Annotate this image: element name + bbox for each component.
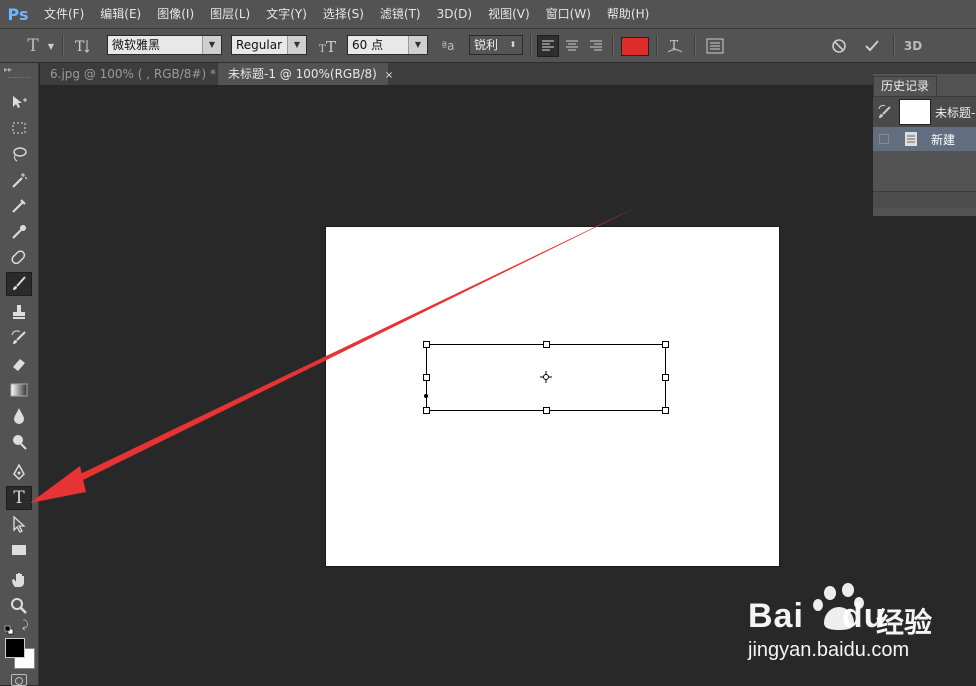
svg-text:T: T	[75, 39, 85, 55]
blur-tool-icon[interactable]	[6, 404, 32, 428]
menu-help[interactable]: 帮助(H)	[599, 0, 657, 28]
history-brush-source-icon[interactable]	[877, 104, 893, 120]
character-paragraph-panel-icon[interactable]	[703, 35, 727, 57]
jingyan-text: 经验	[876, 606, 933, 639]
commit-check-icon[interactable]	[861, 35, 883, 57]
menu-view[interactable]: 视图(V)	[480, 0, 538, 28]
lasso-tool-icon[interactable]	[6, 142, 32, 166]
menu-select[interactable]: 选择(S)	[315, 0, 372, 28]
brand-bai: Bai	[748, 597, 804, 635]
tab-untitled-1[interactable]: 未标题-1 @ 100%(RGB/8) ×	[218, 63, 393, 85]
tab-label: 未标题-1 @ 100%(RGB/8)	[228, 67, 377, 81]
antialias-value: 锐利	[474, 38, 499, 52]
menu-image[interactable]: 图像(I)	[149, 0, 202, 28]
watermark-url: jingyan.baidu.com	[748, 639, 910, 661]
snapshot-thumbnail	[899, 99, 931, 125]
menu-file[interactable]: 文件(F)	[36, 0, 92, 28]
history-step-label: 新建	[931, 133, 956, 147]
menu-filter[interactable]: 滤镜(T)	[372, 0, 429, 28]
document-canvas[interactable]	[326, 227, 779, 566]
document-tabs: 6.jpg @ 100% ( , RGB/8#) *× 未标题-1 @ 100%…	[40, 63, 976, 85]
magic-wand-tool-icon[interactable]	[6, 168, 32, 192]
options-bar: T ▼ T 微软雅黑 ▼ Regular ▼ TT 60 点 ▼ ªa 锐利 ⬍…	[0, 29, 976, 63]
font-family-select[interactable]: 微软雅黑 ▼	[107, 35, 222, 55]
align-center-icon[interactable]	[561, 35, 583, 57]
font-size-value: 60 点	[352, 38, 384, 52]
divider	[893, 35, 895, 57]
eyedropper-tool-icon[interactable]	[6, 220, 32, 244]
grip-handle[interactable]	[8, 77, 30, 80]
align-right-icon[interactable]	[585, 35, 607, 57]
divider	[530, 35, 532, 57]
rectangle-tool-icon[interactable]	[6, 538, 32, 562]
crop-tool-icon[interactable]	[6, 194, 32, 218]
foreground-color-swatch[interactable]	[5, 638, 25, 658]
type-tool-icon[interactable]: T	[6, 486, 32, 510]
photoshop-logo: Ps	[7, 4, 29, 24]
divider	[612, 35, 614, 57]
move-tool-icon[interactable]	[6, 90, 32, 114]
baidu-jingyan-watermark: Bai du 经验 jingyan.baidu.com	[748, 583, 976, 663]
document-icon	[904, 131, 920, 147]
divider	[62, 35, 64, 57]
toggle-text-orientation-icon[interactable]: T	[70, 35, 96, 57]
font-style-value: Regular	[236, 38, 283, 52]
divider	[656, 35, 658, 57]
marquee-tool-icon[interactable]	[6, 116, 32, 140]
clone-stamp-tool-icon[interactable]	[6, 300, 32, 324]
up-down-arrows-icon: ⬍	[504, 36, 522, 54]
history-panel-tab[interactable]: 历史记录	[873, 76, 938, 97]
history-panel-footer	[873, 192, 976, 208]
cancel-icon[interactable]	[828, 35, 850, 57]
history-step-row[interactable]: 新建	[873, 127, 976, 151]
gradient-tool-icon[interactable]	[6, 378, 32, 402]
healing-brush-tool-icon[interactable]	[6, 246, 32, 270]
swap-colors-icon[interactable]: ⤸	[22, 619, 34, 631]
menu-edit[interactable]: 编辑(E)	[92, 0, 149, 28]
preset-chevron-down-icon[interactable]: ▼	[46, 39, 56, 53]
history-panel: 历史记录 未标题- 新建	[873, 74, 976, 216]
menu-3d[interactable]: 3D(D)	[429, 0, 480, 28]
collapse-arrows-icon[interactable]: ▸▸	[4, 65, 12, 74]
eraser-tool-icon[interactable]	[6, 352, 32, 376]
align-left-icon[interactable]	[537, 35, 559, 57]
brush-tool-icon[interactable]	[6, 272, 32, 296]
antialias-select[interactable]: 锐利 ⬍	[469, 35, 523, 55]
warp-text-icon[interactable]: T	[664, 35, 686, 57]
history-brush-tool-icon[interactable]	[6, 326, 32, 350]
history-snapshot-row[interactable]: 未标题-	[873, 97, 976, 127]
svg-text:T: T	[326, 38, 336, 55]
quick-mask-icon[interactable]	[11, 674, 27, 686]
dodge-tool-icon[interactable]	[6, 430, 32, 454]
pen-tool-icon[interactable]	[6, 460, 32, 484]
divider	[694, 35, 696, 57]
chevron-down-icon: ▼	[408, 36, 427, 54]
menu-bar: Ps 文件(F) 编辑(E) 图像(I) 图层(L) 文字(Y) 选择(S) 滤…	[0, 0, 976, 29]
close-icon[interactable]: ×	[385, 70, 393, 81]
chevron-down-icon: ▼	[287, 36, 306, 54]
font-size-select[interactable]: 60 点 ▼	[347, 35, 428, 55]
chevron-down-icon: ▼	[202, 36, 221, 54]
baidu-brand-text: Bai du	[748, 597, 885, 636]
tools-panel: ▸▸ T ⤸	[0, 63, 39, 686]
font-style-select[interactable]: Regular ▼	[231, 35, 307, 55]
type-tool-preset-icon[interactable]: T	[20, 36, 46, 56]
font-family-value: 微软雅黑	[112, 38, 161, 52]
default-colors-icon[interactable]	[4, 620, 14, 635]
history-step-checkbox[interactable]	[879, 134, 889, 144]
antialias-icon: ªa	[441, 39, 455, 53]
font-size-icon: TT	[318, 35, 342, 57]
create-3d-icon[interactable]: 3D	[900, 35, 926, 57]
tab-label: 6.jpg @ 100% ( , RGB/8#) *	[50, 67, 216, 81]
text-color-swatch[interactable]	[621, 37, 649, 56]
menu-window[interactable]: 窗口(W)	[538, 0, 599, 28]
snapshot-label: 未标题-	[935, 106, 976, 120]
svg-text:T: T	[319, 44, 326, 55]
tab-6-jpg[interactable]: 6.jpg @ 100% ( , RGB/8#) *×	[40, 63, 232, 85]
hand-tool-icon[interactable]	[6, 568, 32, 592]
zoom-tool-icon[interactable]	[6, 594, 32, 618]
menu-type[interactable]: 文字(Y)	[258, 0, 315, 28]
menu-layer[interactable]: 图层(L)	[202, 0, 258, 28]
path-selection-tool-icon[interactable]	[6, 512, 32, 536]
